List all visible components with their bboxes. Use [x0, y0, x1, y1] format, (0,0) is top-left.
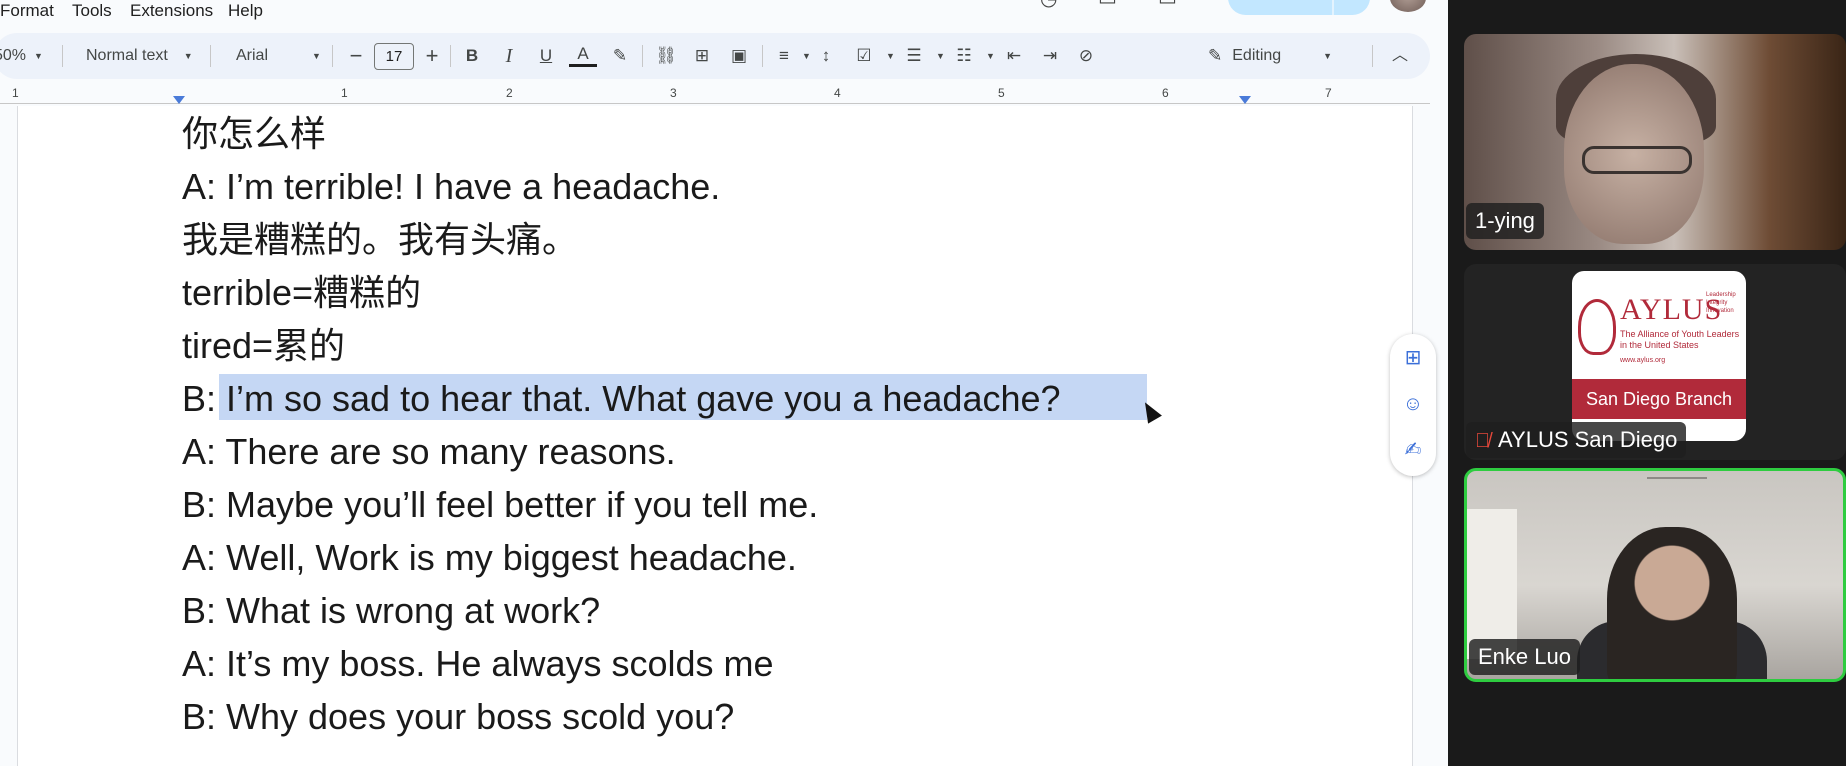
paragraph-style-select[interactable]: Normal text ▼: [86, 33, 193, 79]
participant-name-tag: 🎙̸ AYLUS San Diego: [1466, 422, 1687, 458]
doc-line: A: Well, Work is my biggest headache.: [182, 537, 797, 578]
floating-actions: ⊞ ☺ ✍: [1390, 334, 1436, 476]
document-page[interactable]: 你怎么样 A: I’m terrible! I have a headache.…: [17, 106, 1413, 766]
ruler-number: 5: [998, 86, 1005, 100]
mic-muted-icon: 🎙̸: [1475, 430, 1490, 452]
screen: Format Tools Extensions Help ◷ ▭ ▭ 50%▼ …: [0, 0, 1846, 766]
doc-line: A: I’m terrible! I have a headache.: [182, 166, 721, 207]
decrease-font-icon[interactable]: −: [342, 41, 370, 71]
doc-line: B: What is wrong at work?: [182, 590, 601, 631]
chevron-down-icon: ▼: [802, 51, 811, 61]
chevron-down-icon: ▼: [34, 51, 43, 61]
italic-icon[interactable]: I: [495, 41, 523, 71]
chevron-down-icon: ▼: [986, 51, 995, 61]
lamp-icon: [1578, 299, 1616, 355]
chevron-down-icon: ▼: [312, 51, 321, 61]
menu-tools[interactable]: Tools: [72, 1, 112, 21]
background-window: [1467, 509, 1517, 659]
increase-font-icon[interactable]: +: [418, 41, 446, 71]
logo-url: www.aylus.org: [1620, 357, 1666, 364]
google-docs-window: Format Tools Extensions Help ◷ ▭ ▭ 50%▼ …: [0, 0, 1448, 766]
right-indent-handle[interactable]: [1239, 96, 1251, 104]
participant-tile-active-speaker[interactable]: Enke Luo: [1464, 468, 1846, 682]
zoom-select[interactable]: 50% ▼: [0, 33, 43, 79]
highlight-icon[interactable]: ✎: [606, 41, 634, 71]
link-icon[interactable]: ⛓: [652, 41, 680, 71]
doc-line: tired=累的: [182, 325, 346, 366]
left-indent-handle[interactable]: [173, 96, 185, 104]
chevron-down-icon: ▼: [1323, 51, 1333, 61]
menu-extensions[interactable]: Extensions: [130, 1, 213, 21]
menu-format[interactable]: Format: [0, 1, 54, 21]
doc-line: 你怎么样: [182, 113, 327, 154]
paragraph-style-value: Normal text: [86, 47, 168, 64]
menu-bar: Format Tools Extensions Help ◷ ▭ ▭: [0, 0, 1448, 22]
chevron-down-icon: ▼: [183, 51, 193, 61]
font-size-input[interactable]: 17: [374, 43, 414, 70]
ruler-number: 1: [341, 86, 348, 100]
comments-icon[interactable]: ▭: [1098, 0, 1117, 11]
logo-tagline: Leadership Integrity Innovation: [1706, 292, 1736, 314]
ruler-number: 1: [12, 86, 19, 100]
add-comment-icon[interactable]: ⊞: [1401, 346, 1425, 370]
participant-video: [1607, 527, 1737, 679]
participant-name: Enke Luo: [1469, 639, 1580, 675]
ruler-number: 7: [1325, 86, 1332, 100]
account-avatar[interactable]: [1390, 0, 1426, 12]
toolbar: 50%▼ Normal text▼ Arial▼ − 17 + B I U A …: [0, 33, 1430, 79]
add-comment-icon[interactable]: ⊞: [688, 41, 716, 71]
meet-icon[interactable]: ▭: [1158, 0, 1177, 11]
ruler: 1 1 2 3 4 5 6 7: [0, 86, 1430, 106]
participant-name: 1-ying: [1466, 203, 1544, 239]
insert-image-icon[interactable]: ▣: [725, 41, 753, 71]
doc-line-selected: B: I’m so sad to hear that. What gave yo…: [182, 378, 1061, 419]
bullet-list-icon[interactable]: ☰: [900, 41, 928, 71]
increase-indent-icon[interactable]: ⇥: [1036, 41, 1064, 71]
checklist-icon[interactable]: ☑: [850, 41, 878, 71]
ruler-number: 4: [834, 86, 841, 100]
history-icon[interactable]: ◷: [1040, 0, 1057, 11]
ruler-number: 2: [506, 86, 513, 100]
suggest-edits-icon[interactable]: ✍: [1401, 438, 1425, 462]
bold-icon[interactable]: B: [458, 41, 486, 71]
video-gallery: 1-ying AYLUS Leadership Integrity Innova…: [1448, 0, 1846, 766]
clear-formatting-icon[interactable]: ⊘: [1072, 41, 1100, 71]
align-icon[interactable]: ≡: [770, 41, 798, 71]
ruler-number: 3: [670, 86, 677, 100]
share-button[interactable]: [1228, 0, 1370, 15]
glasses: [1582, 146, 1692, 174]
decrease-indent-icon[interactable]: ⇤: [1000, 41, 1028, 71]
chevron-down-icon: ▼: [936, 51, 945, 61]
line-spacing-icon[interactable]: ↕: [812, 41, 840, 71]
participant-tile[interactable]: AYLUS Leadership Integrity Innovation Th…: [1464, 264, 1846, 460]
editing-mode-select[interactable]: ✎ Editing ▼: [1208, 33, 1332, 79]
menu-help[interactable]: Help: [228, 1, 263, 21]
aylus-logo: AYLUS Leadership Integrity Innovation Th…: [1572, 271, 1746, 441]
text-color-icon[interactable]: A: [569, 41, 597, 67]
doc-line: terrible=糟糕的: [182, 272, 422, 313]
doc-line: 我是糟糕的。我有头痛。: [182, 219, 579, 260]
doc-line: B: Why does your boss scold you?: [182, 696, 735, 737]
logo-branch: San Diego Branch: [1572, 379, 1746, 419]
chevron-down-icon: ▼: [886, 51, 895, 61]
doc-line: A: It’s my boss. He always scolds me: [182, 643, 774, 684]
ruler-number: 6: [1162, 86, 1169, 100]
pencil-icon: ✎: [1208, 46, 1223, 65]
logo-full-name: The Alliance of Youth Leaders in the Uni…: [1620, 329, 1740, 350]
font-family-value: Arial: [236, 47, 269, 64]
underline-icon[interactable]: U: [532, 41, 560, 71]
collapse-icon[interactable]: ︿: [1386, 41, 1414, 71]
doc-line: A: There are so many reasons.: [182, 431, 676, 472]
doc-line: B: Maybe you’ll feel better if you tell …: [182, 484, 819, 525]
participant-name: AYLUS San Diego: [1498, 427, 1678, 452]
numbered-list-icon[interactable]: ☷: [950, 41, 978, 71]
editing-mode-value: Editing: [1232, 47, 1282, 64]
emoji-reaction-icon[interactable]: ☺: [1401, 392, 1425, 416]
participant-tile[interactable]: 1-ying: [1464, 34, 1846, 250]
ceiling-fan: [1647, 477, 1707, 507]
font-family-select[interactable]: Arial ▼: [236, 33, 321, 79]
zoom-value: 50%: [0, 47, 27, 64]
